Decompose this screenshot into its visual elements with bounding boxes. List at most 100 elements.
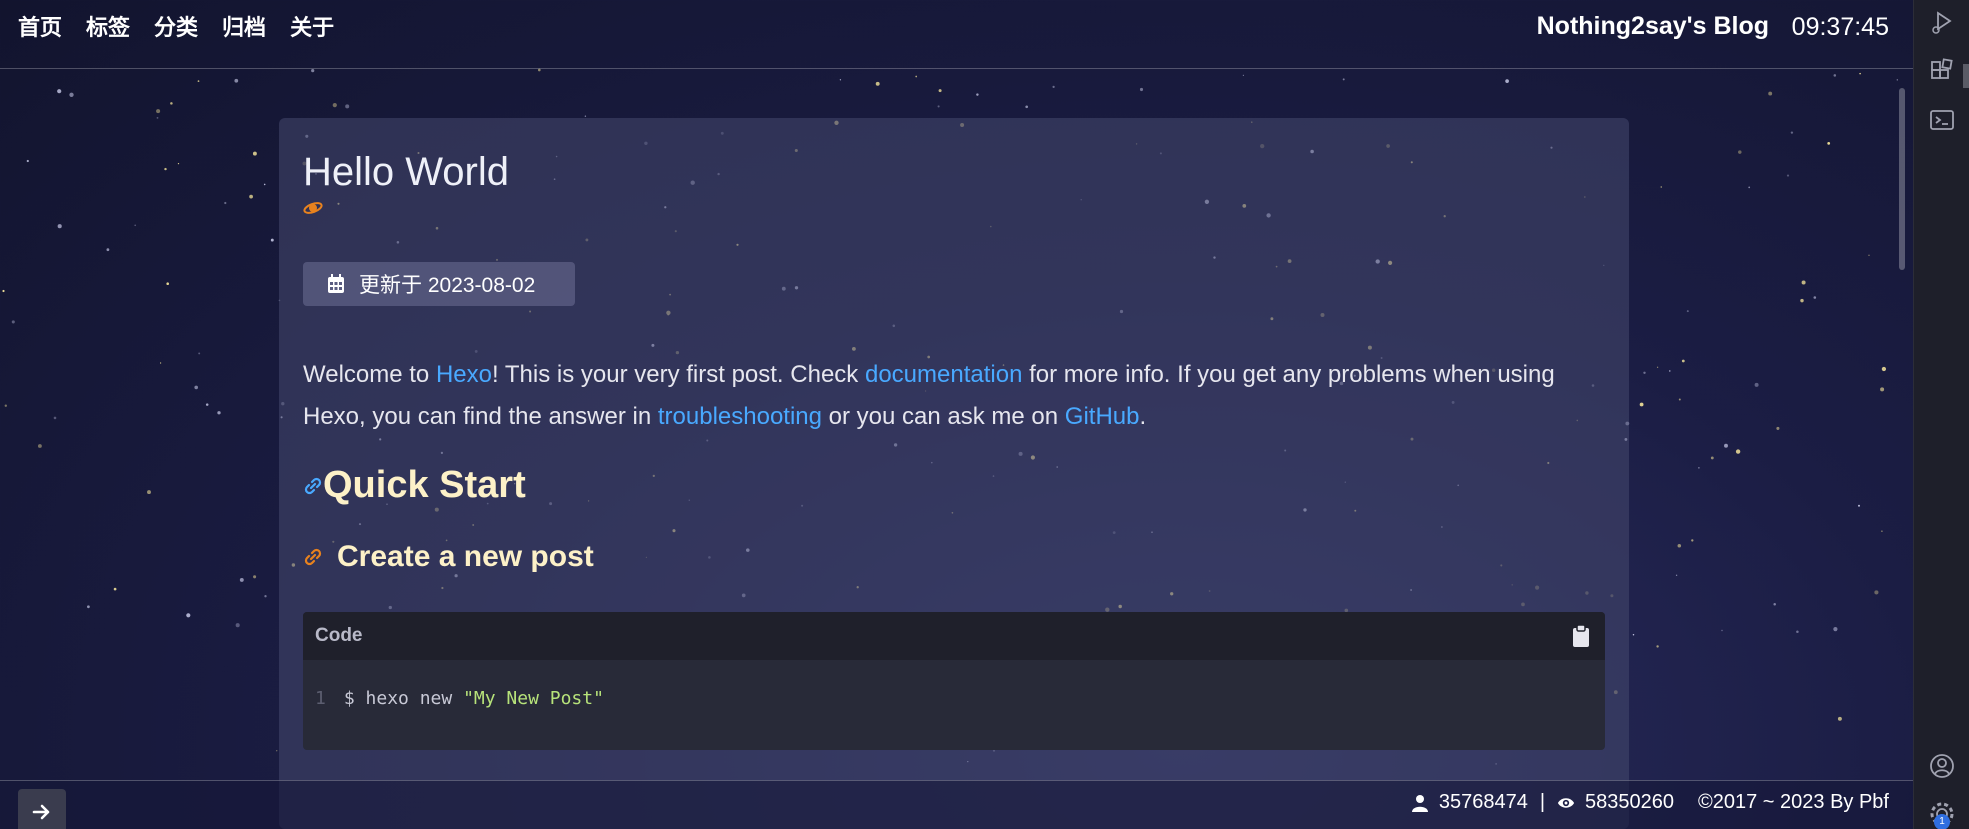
planet-icon <box>303 202 323 214</box>
star <box>234 78 239 83</box>
star <box>1858 504 1860 507</box>
clipboard-icon[interactable] <box>1571 624 1591 648</box>
star <box>1768 91 1773 96</box>
star <box>235 623 240 628</box>
star <box>1748 186 1751 189</box>
star <box>134 224 137 227</box>
star <box>839 79 842 81</box>
star <box>537 68 541 72</box>
nav-item-archives[interactable]: 归档 <box>222 14 266 42</box>
star <box>1505 79 1509 83</box>
star <box>177 162 180 165</box>
star <box>1139 87 1144 92</box>
star <box>1660 186 1662 188</box>
documentation-link[interactable]: documentation <box>865 361 1022 388</box>
star <box>1052 85 1055 89</box>
star <box>1656 366 1659 368</box>
star <box>11 320 15 324</box>
view-count: 58350260 <box>1585 791 1674 813</box>
code-header: Code <box>303 612 1605 660</box>
star <box>1735 449 1741 454</box>
star <box>1796 630 1799 634</box>
code-string: "My New Post" <box>463 688 604 709</box>
anchor-link-icon[interactable] <box>303 476 323 496</box>
heading-quick-start: Quick Start <box>303 464 526 507</box>
anchor-link-icon[interactable] <box>303 547 323 567</box>
star <box>87 605 90 609</box>
star <box>275 749 278 752</box>
star <box>1721 629 1723 632</box>
activity-bar: 1 <box>1913 0 1969 829</box>
github-link[interactable]: GitHub <box>1065 403 1140 430</box>
arrow-right-icon <box>32 804 50 819</box>
star <box>938 89 942 93</box>
nav-item-categories[interactable]: 分类 <box>154 14 198 42</box>
intro-text: ! This is your very first post. Check <box>491 361 865 388</box>
star <box>1833 74 1837 77</box>
star <box>1896 79 1898 81</box>
star <box>1837 716 1842 721</box>
run-debug-icon[interactable] <box>1928 8 1956 36</box>
activity-scrollbar[interactable] <box>1963 64 1969 88</box>
star <box>194 385 199 390</box>
toggle-sidebar-button[interactable] <box>18 789 66 829</box>
star <box>264 595 267 598</box>
extensions-icon[interactable] <box>1928 58 1956 86</box>
star <box>1242 74 1245 77</box>
nav-item-home[interactable]: 首页 <box>18 14 62 42</box>
nav-item-tags[interactable]: 标签 <box>86 14 130 42</box>
star <box>1025 105 1029 109</box>
intro-text: Welcome to <box>303 361 436 388</box>
updated-date: 更新于 2023-08-02 <box>303 262 575 306</box>
code-line: 1 $ hexo new "My New Post" <box>315 688 604 709</box>
nav-item-about[interactable]: 关于 <box>290 14 334 42</box>
star <box>976 93 979 96</box>
troubleshooting-link[interactable]: troubleshooting <box>658 403 822 430</box>
star <box>57 89 62 94</box>
star <box>270 238 274 242</box>
terminal-icon[interactable] <box>1928 106 1956 134</box>
star <box>2 289 5 293</box>
star <box>1881 530 1883 533</box>
post-card: Hello World 更新于 2023-08-02 Welcome to He… <box>279 118 1629 829</box>
star <box>311 69 315 73</box>
copyright: ©2017 ~ 2023 By Pbf <box>1698 791 1889 813</box>
post-intro: Welcome to Hexo! This is your very first… <box>303 354 1603 438</box>
blog-title[interactable]: Nothing2say's Blog <box>1537 12 1769 41</box>
star <box>1874 590 1879 595</box>
star <box>345 104 350 109</box>
star <box>166 282 169 285</box>
updated-date-text: 更新于 2023-08-02 <box>359 274 536 297</box>
star <box>170 102 173 105</box>
star <box>1776 426 1780 430</box>
eye-icon <box>1557 797 1575 808</box>
star <box>253 575 257 579</box>
heading-create-post: Create a new post <box>303 540 594 574</box>
star <box>224 201 227 205</box>
star <box>1632 633 1635 636</box>
star <box>156 117 159 119</box>
heading-text: Quick Start <box>323 464 526 506</box>
star <box>1678 398 1681 401</box>
code-block: Code 1 $ hexo new "My New Post" <box>303 612 1605 750</box>
star <box>1813 296 1817 299</box>
star <box>57 224 62 229</box>
code-language: Code <box>315 625 363 646</box>
star <box>1800 298 1804 303</box>
star <box>26 159 29 163</box>
star <box>1677 544 1682 548</box>
star <box>197 80 200 82</box>
star <box>4 404 7 407</box>
star <box>915 75 918 78</box>
hexo-link[interactable]: Hexo <box>436 361 492 388</box>
star <box>106 248 110 252</box>
account-icon[interactable] <box>1928 752 1956 780</box>
nav-menu: 首页 标签 分类 归档 关于 <box>18 14 334 42</box>
star <box>37 444 42 448</box>
page-scrollbar[interactable] <box>1899 88 1905 270</box>
settings-badge: 1 <box>1934 814 1950 829</box>
top-nav: 首页 标签 分类 归档 关于 Nothing2say's Blog 09:37:… <box>0 0 1913 69</box>
intro-text: or you can ask me on <box>822 403 1065 430</box>
star <box>1738 150 1742 154</box>
star <box>584 115 587 117</box>
